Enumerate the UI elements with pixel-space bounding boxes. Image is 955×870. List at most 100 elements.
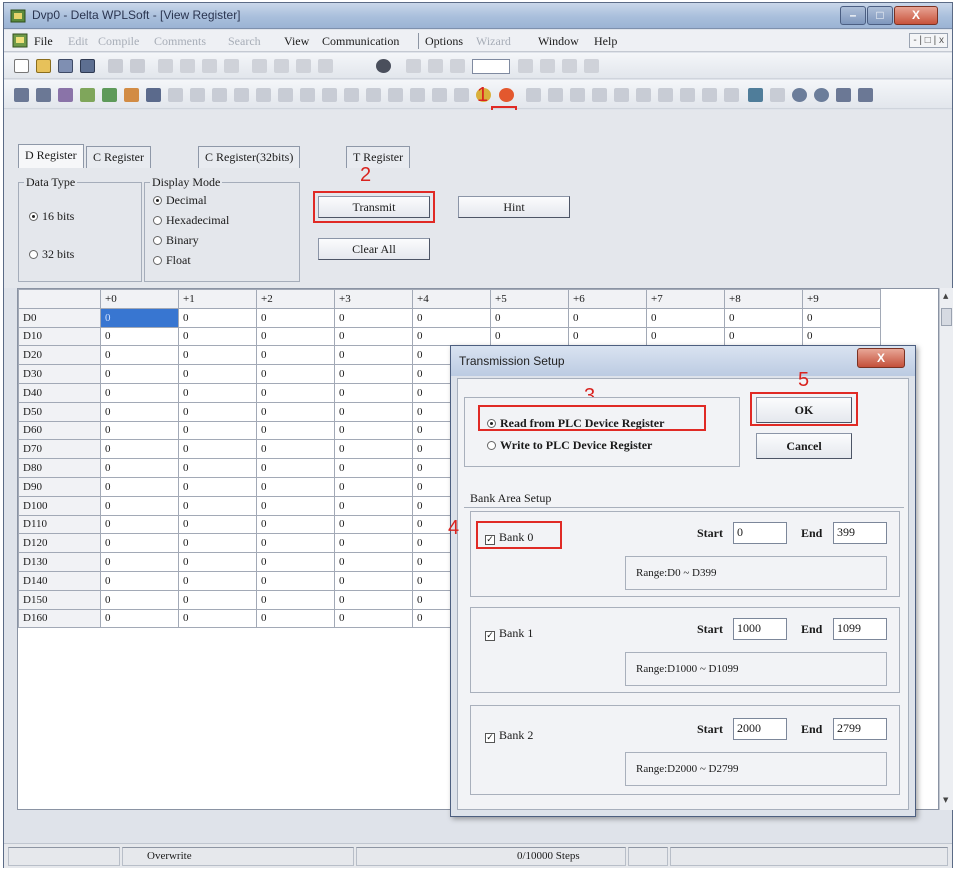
help-icon[interactable]	[376, 59, 391, 73]
column-header[interactable]: +5	[490, 289, 569, 309]
register-cell[interactable]: 0	[334, 326, 413, 347]
row-header[interactable]: D160	[18, 608, 101, 629]
register-cell[interactable]: 0	[724, 307, 803, 328]
trace-icon[interactable]	[680, 88, 695, 102]
stop-icon[interactable]	[526, 88, 541, 102]
window-icon[interactable]	[748, 88, 763, 102]
register-cell[interactable]: 0	[178, 382, 257, 403]
register-cell[interactable]: 0	[412, 326, 491, 347]
register-cell[interactable]: 0	[100, 608, 179, 629]
register-cell[interactable]: 0	[100, 533, 179, 554]
register-cell[interactable]: 0	[802, 326, 881, 347]
row-header[interactable]: D0	[18, 307, 101, 328]
write-icon[interactable]	[432, 88, 447, 102]
bank-1-end-input[interactable]: 1099	[833, 618, 887, 640]
coil-icon[interactable]	[212, 88, 227, 102]
table-icon[interactable]	[146, 88, 161, 102]
register-cell[interactable]: 0	[646, 326, 725, 347]
register-cell[interactable]: 0	[256, 420, 335, 441]
row-header[interactable]: D100	[18, 495, 101, 516]
clear-all-button[interactable]: Clear All	[318, 238, 430, 260]
grid-icon[interactable]	[428, 59, 443, 73]
tab-t-register[interactable]: T Register	[346, 146, 411, 168]
register-cell[interactable]: 0	[100, 382, 179, 403]
row-header[interactable]: D120	[18, 533, 101, 554]
register-cell[interactable]: 0	[100, 495, 179, 516]
register-cell[interactable]: 0	[334, 608, 413, 629]
register-cell[interactable]: 0	[256, 439, 335, 460]
radio-float[interactable]: Float	[153, 253, 191, 268]
zoom-icon[interactable]	[274, 59, 289, 73]
register-cell[interactable]: 0	[412, 307, 491, 328]
register-cell[interactable]: 0	[646, 307, 725, 328]
copy-icon[interactable]	[180, 59, 195, 73]
row-header[interactable]: D40	[18, 382, 101, 403]
register-cell[interactable]: 0	[334, 382, 413, 403]
new-file-icon[interactable]	[14, 59, 29, 73]
register-cell[interactable]: 0	[178, 307, 257, 328]
register-cell[interactable]: 0	[334, 514, 413, 535]
register-cell[interactable]: 0	[256, 495, 335, 516]
register-cell[interactable]: 0	[334, 589, 413, 610]
menu-file[interactable]: File	[34, 34, 53, 49]
row-header[interactable]: D150	[18, 589, 101, 610]
radio-write-to-plc[interactable]: Write to PLC Device Register	[487, 438, 652, 453]
register-cell[interactable]: 0	[256, 608, 335, 629]
run-icon[interactable]	[454, 88, 469, 102]
register-cell[interactable]: 0	[568, 326, 647, 347]
ladder-icon[interactable]	[14, 88, 29, 102]
column-header[interactable]: +4	[412, 289, 491, 309]
column-header[interactable]: +1	[178, 289, 257, 309]
minimize-button[interactable]: –	[840, 6, 866, 25]
column-header[interactable]: +8	[724, 289, 803, 309]
register-cell[interactable]: 0	[334, 307, 413, 328]
bank-1-start-input[interactable]: 1000	[733, 618, 787, 640]
register-cell[interactable]: 0	[178, 495, 257, 516]
register-cell[interactable]: 0	[334, 458, 413, 478]
row-header[interactable]: D10	[18, 326, 101, 347]
settings-icon[interactable]	[540, 59, 555, 73]
register-cell[interactable]: 0	[178, 589, 257, 610]
pen-icon[interactable]	[584, 59, 599, 73]
title-bar[interactable]: Dvp0 - Delta WPLSoft - [View Register] –…	[4, 3, 952, 29]
monitor-table-icon[interactable]	[724, 88, 739, 102]
column-header[interactable]: +3	[334, 289, 413, 309]
zoom-in-icon[interactable]	[792, 88, 807, 102]
tab-c-register-32[interactable]: C Register(32bits)	[198, 146, 301, 168]
spin-icon[interactable]	[518, 59, 533, 73]
timer-icon[interactable]	[636, 88, 651, 102]
register-cell[interactable]: 0	[256, 533, 335, 554]
register-cell[interactable]: 0	[178, 364, 257, 384]
status-icon[interactable]	[548, 88, 563, 102]
row-header[interactable]: D30	[18, 364, 101, 384]
device-icon[interactable]	[168, 88, 183, 102]
register-cell[interactable]: 0	[178, 570, 257, 591]
scroll-up-icon[interactable]: ▲	[943, 292, 948, 300]
close-button[interactable]: X	[894, 6, 938, 25]
save-icon[interactable]	[58, 59, 73, 73]
register-cell[interactable]: 0	[178, 608, 257, 629]
register-cell[interactable]: 0	[334, 420, 413, 441]
register-cell[interactable]: 0	[256, 476, 335, 497]
register-cell[interactable]: 0	[100, 570, 179, 591]
menu-edit[interactable]: Edit	[68, 34, 88, 49]
document-icon[interactable]	[12, 33, 28, 48]
delete-icon[interactable]	[224, 59, 239, 73]
register-cell[interactable]: 0	[334, 439, 413, 460]
bank-2-checkbox[interactable]: ✓ Bank 2	[485, 728, 533, 743]
network-icon[interactable]	[344, 88, 359, 102]
paste-icon[interactable]	[202, 59, 217, 73]
register-cell[interactable]: 0	[100, 514, 179, 535]
register-cell[interactable]: 0	[178, 476, 257, 497]
menu-search[interactable]: Search	[228, 34, 261, 49]
register-cell[interactable]: 0	[100, 345, 179, 366]
register-cell[interactable]: 0	[256, 401, 335, 422]
row-header[interactable]: D90	[18, 476, 101, 497]
register-cell[interactable]: 0	[334, 495, 413, 516]
sfc-icon[interactable]	[58, 88, 73, 102]
step-field[interactable]	[472, 59, 510, 74]
register-cell[interactable]: 0	[178, 401, 257, 422]
edit-icon[interactable]	[102, 88, 117, 102]
row-header[interactable]: D20	[18, 345, 101, 366]
device-comment-icon[interactable]	[770, 88, 785, 102]
